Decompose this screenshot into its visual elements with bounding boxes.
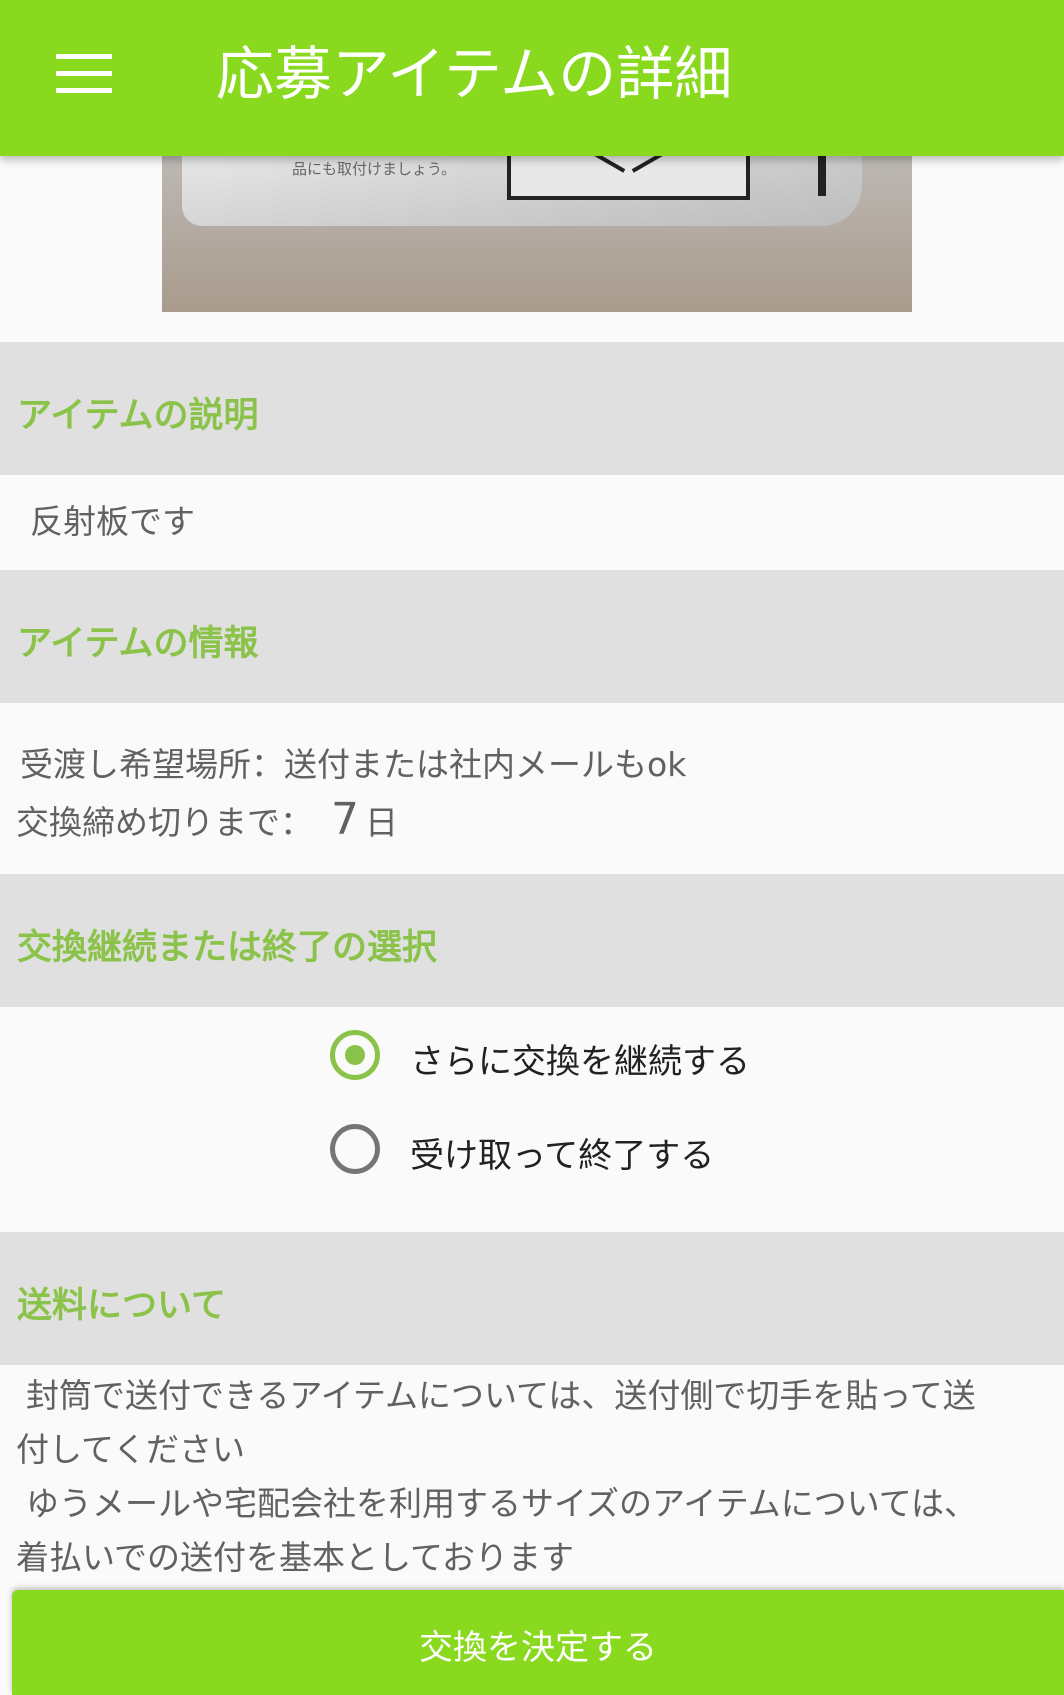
delivery-place-value: 送付または社内メールもok — [284, 745, 687, 784]
section-title-choice: 交換継続または終了の選択 — [17, 928, 438, 968]
shipping-line-1: 封筒で送付できるアイテムについては、送付側で切手を貼って送 — [26, 1376, 976, 1415]
section-header-description: アイテムの説明 — [0, 342, 1064, 475]
app-bar: 応募アイテムの詳細 — [0, 0, 1064, 156]
section-title-shipping: 送料について — [17, 1286, 226, 1326]
section-header-info: アイテムの情報 — [0, 570, 1064, 703]
radio-label-continue: さらに交換を継続する — [410, 1042, 750, 1082]
radio-unchecked-icon[interactable] — [330, 1124, 380, 1174]
photo-mark — [818, 156, 826, 196]
section-title-description: アイテムの説明 — [17, 396, 259, 436]
decide-exchange-button[interactable]: 交換を決定する — [12, 1590, 1064, 1695]
hamburger-menu-icon[interactable] — [56, 54, 112, 94]
item-photo: 品にも取付けましょう。 — [162, 136, 912, 312]
photo-label-text: 品にも取付けましょう。 — [292, 160, 457, 178]
radio-label-finish: 受け取って終了する — [410, 1136, 715, 1176]
page-title: 応募アイテムの詳細 — [216, 40, 733, 108]
deadline-label: 交換締め切りまで： — [16, 803, 313, 842]
exchange-deadline: 交換締め切りまで： 7 日 — [16, 794, 398, 845]
section-title-info: アイテムの情報 — [17, 624, 259, 664]
delivery-place-label: 受渡し希望場所： — [20, 745, 284, 784]
deadline-days: 7 — [331, 794, 359, 845]
radio-checked-icon[interactable] — [330, 1030, 380, 1080]
delivery-place: 受渡し希望場所：送付または社内メールもok — [20, 738, 686, 786]
shipping-line-3: ゆうメールや宅配会社を利用するサイズのアイテムについては、 — [26, 1484, 978, 1523]
section-header-shipping: 送料について — [0, 1232, 1064, 1365]
shipping-line-2: 付してください — [16, 1430, 246, 1469]
decide-exchange-label: 交換を決定する — [419, 1628, 657, 1668]
section-header-choice: 交換継続または終了の選択 — [0, 874, 1064, 1007]
item-description-text: 反射板です — [30, 502, 195, 541]
deadline-unit: 日 — [365, 803, 398, 842]
shipping-line-4: 着払いでの送付を基本としております — [16, 1538, 575, 1577]
